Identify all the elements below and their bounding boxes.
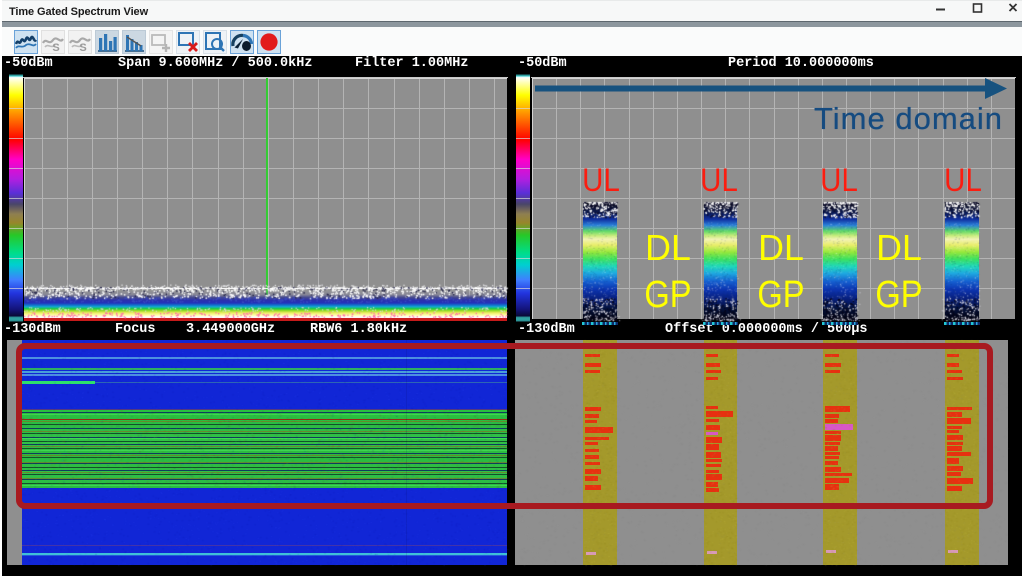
svg-text:S: S (79, 42, 86, 53)
svg-text:S: S (52, 42, 59, 53)
